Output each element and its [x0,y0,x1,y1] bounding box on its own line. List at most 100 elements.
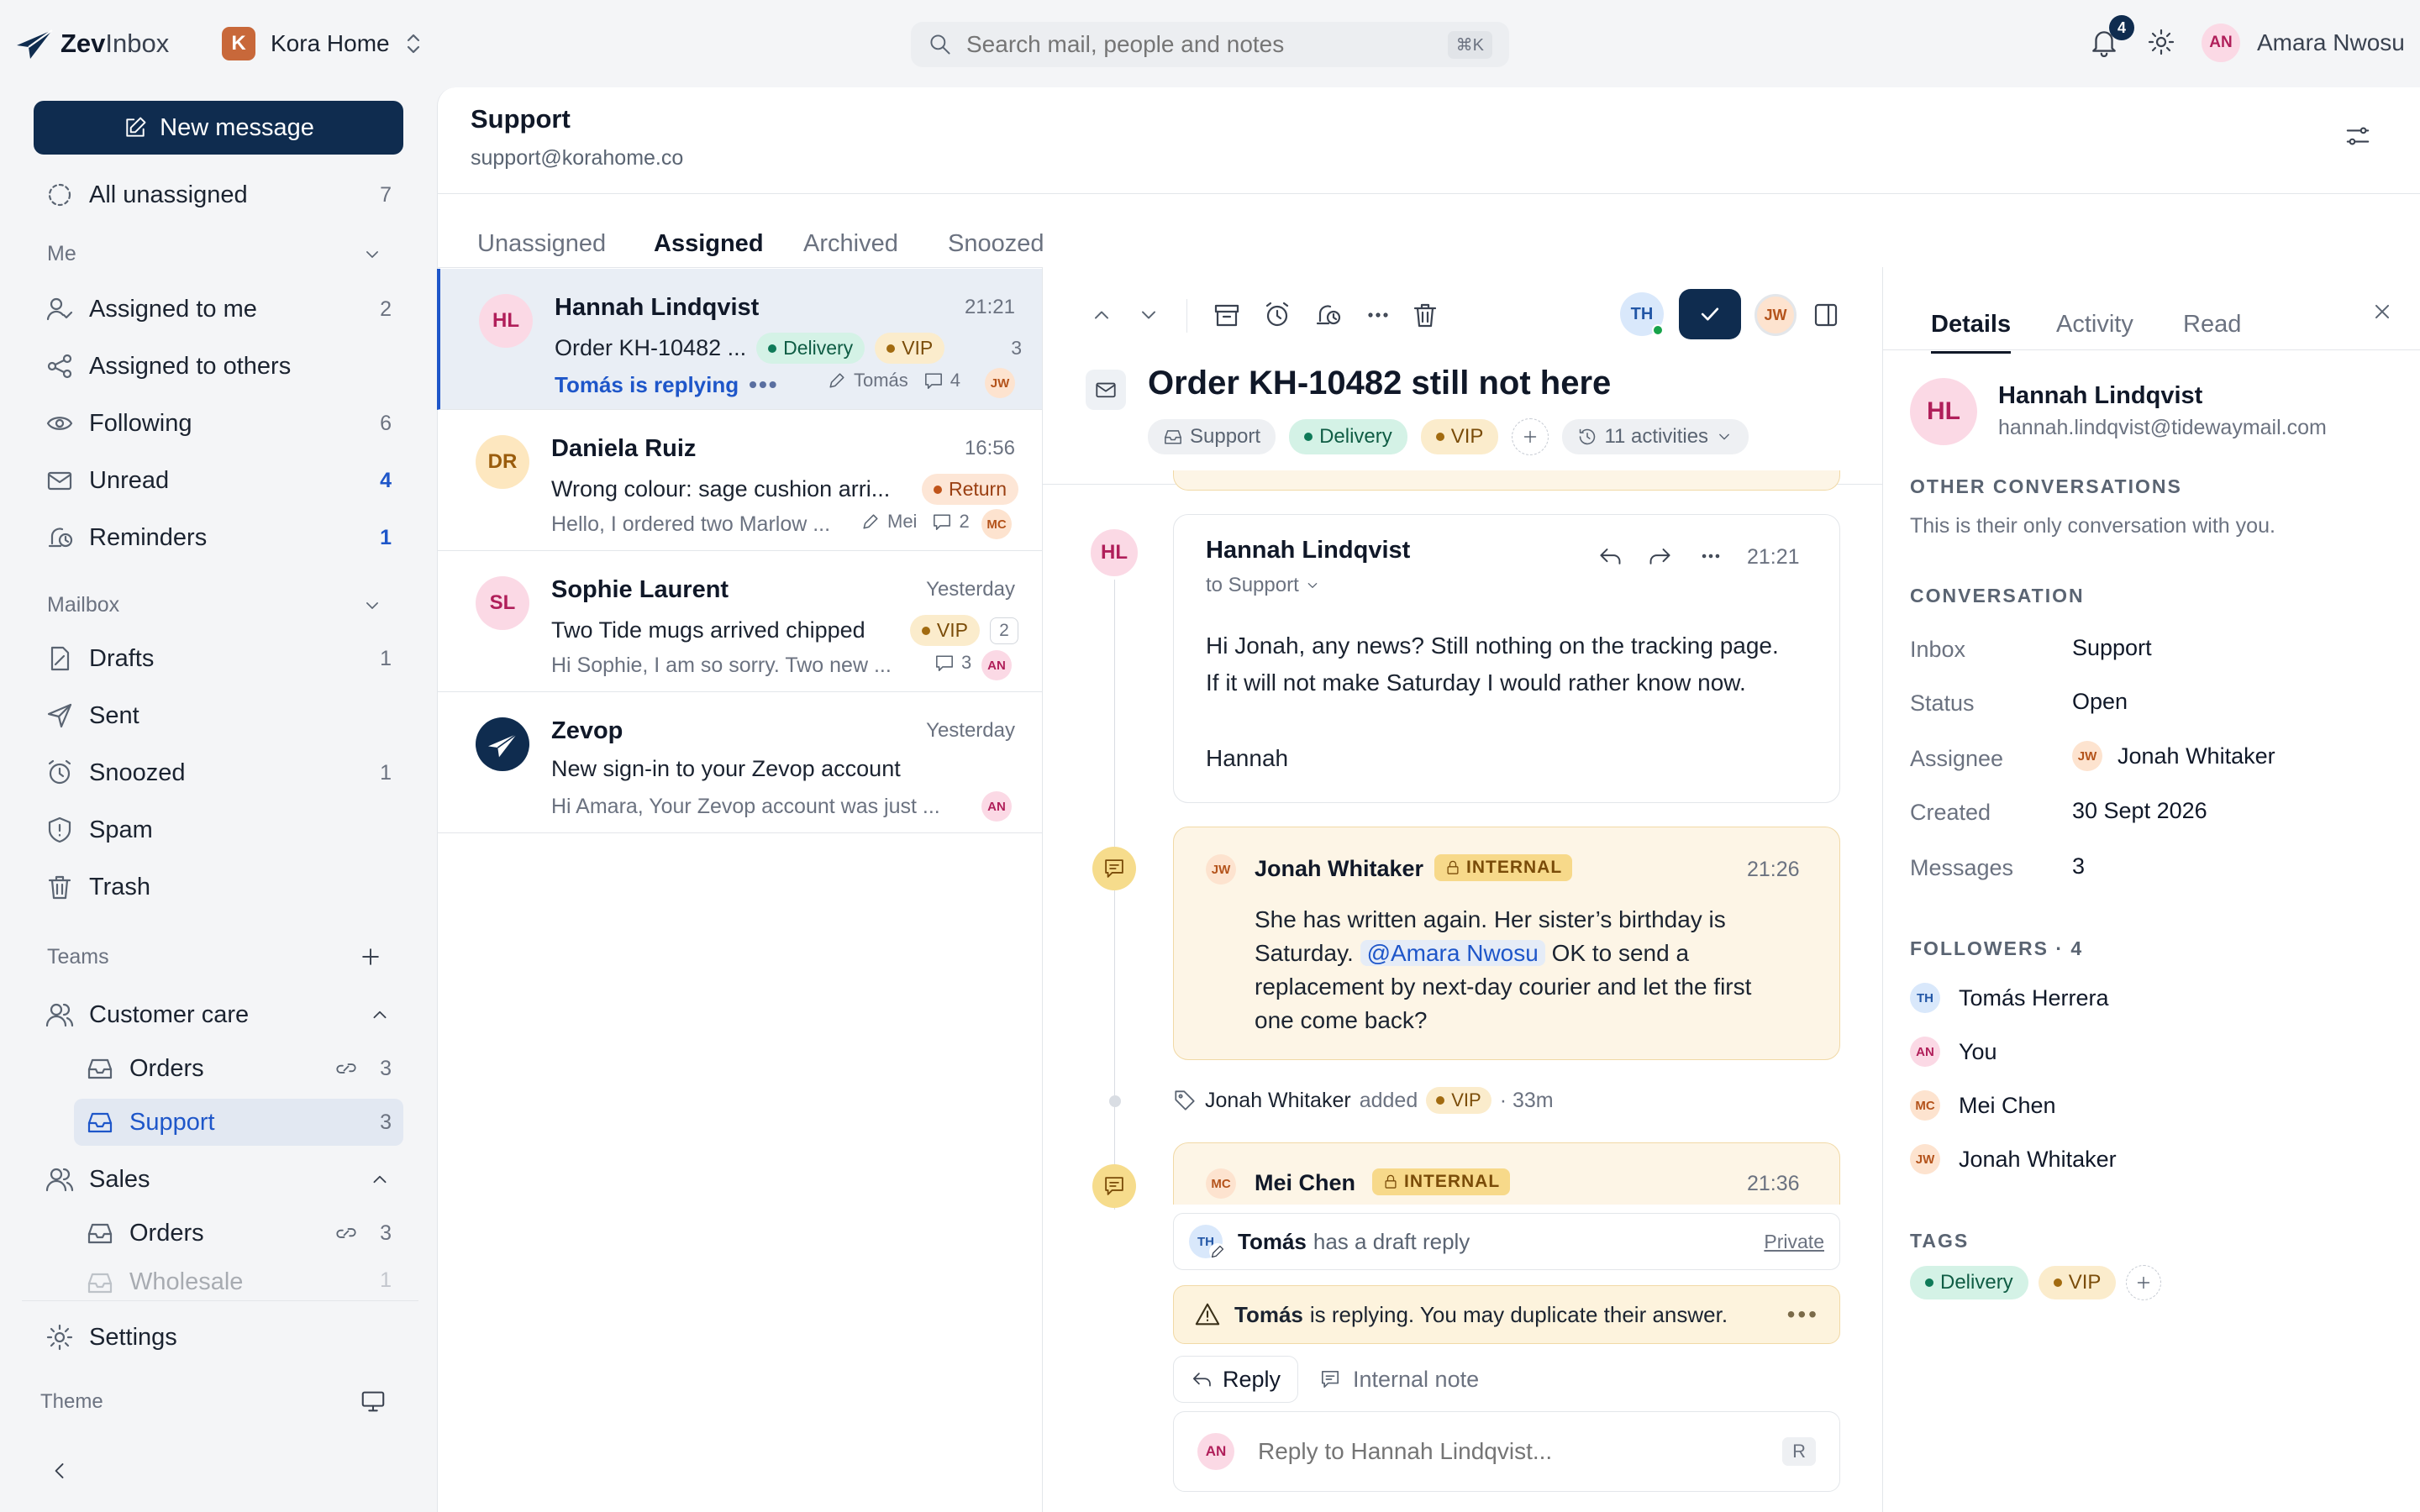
follower-item[interactable]: AN You [1910,1037,1997,1067]
tab-assigned[interactable]: Assigned [654,230,764,273]
message-more-button[interactable] [1698,543,1723,569]
mention-chip[interactable]: @Amara Nwosu [1360,940,1545,966]
collapse-sidebar-button[interactable] [47,1458,72,1483]
sidebar-item-following[interactable]: Following 6 [34,400,403,447]
conversation-item[interactable]: SL Sophie Laurent Yesterday Two Tide mug… [437,551,1042,692]
sidebar-item-customer-care-support[interactable]: Support 3 [74,1099,403,1146]
sidebar-item-reminders[interactable]: Reminders 1 [34,514,403,561]
field-status-value[interactable]: Open [2072,689,2128,715]
inbox-tag[interactable]: Support [1148,419,1276,454]
team-sales[interactable]: Sales [34,1156,403,1203]
previous-conversation-button[interactable] [1089,302,1114,328]
tab-unassigned[interactable]: Unassigned [477,230,606,258]
forward-icon [1649,549,1670,564]
sidebar-item-label: Drafts [89,644,155,672]
plus-icon[interactable] [358,944,383,969]
add-tag-button[interactable] [1512,418,1549,455]
tab-archived[interactable]: Archived [803,230,898,258]
archive-button[interactable] [1213,301,1241,329]
conversation-time: Yesterday [926,719,1015,742]
reply-tab[interactable]: Reply [1173,1356,1299,1403]
sidebar-item-trash[interactable]: Trash [34,864,403,911]
sidebar-item-unread[interactable]: Unread 4 [34,457,403,504]
draft-banner[interactable]: TH Tomás has a draft reply Private [1173,1213,1840,1270]
close-details-button[interactable] [2370,299,2395,324]
field-assignee-value[interactable]: JW Jonah Whitaker [2072,741,2275,771]
sidebar-item-sales-wholesale[interactable]: Wholesale 1 [74,1262,403,1295]
filter-settings-button[interactable] [2344,123,2371,150]
contact-name[interactable]: Hannah Lindqvist [1998,382,2202,410]
section-mailbox[interactable]: Mailbox [47,593,383,617]
sidebar-item-count: 1 [380,646,392,670]
conversation-preview: Hi Sophie, I am so sorry. Two new ... [551,654,892,677]
notifications-button[interactable]: 4 [2089,15,2134,57]
search-input[interactable] [966,31,1403,58]
workspace-switcher[interactable]: K Kora Home [222,27,422,60]
section-me[interactable]: Me [47,242,383,266]
reply-composer[interactable]: AN R [1173,1411,1840,1492]
compose-icon [126,117,146,137]
details-tab-details[interactable]: Details [1931,311,2012,354]
details-tab-read[interactable]: Read [2183,311,2241,339]
conversation-item[interactable]: HL Hannah Lindqvist 21:21 Order KH-10482… [437,269,1042,410]
internal-badge: INTERNAL [1372,1168,1511,1196]
assignee-avatar[interactable]: JW [1754,294,1797,336]
sidebar-item-sales-orders[interactable]: Orders 3 [74,1210,403,1257]
next-conversation-button[interactable] [1136,302,1161,328]
activities-dropdown[interactable]: 11 activities [1562,419,1749,454]
sidebar-item-label: Spam [89,816,153,843]
conversation-subject: Wrong colour: sage cushion arri... [551,476,891,501]
more-actions-button[interactable] [1364,301,1392,329]
message-recipient[interactable]: to Support [1206,574,1321,597]
add-tag-button[interactable] [2126,1265,2162,1300]
field-inbox-value[interactable]: Support [2072,635,2152,661]
reminder-button[interactable] [1313,301,1342,329]
chevron-up-icon [1094,311,1109,319]
sidebar-item-settings[interactable]: Settings [34,1314,403,1361]
sidebar-item-count: 1 [380,525,392,549]
toggle-details-panel-button[interactable] [1812,301,1840,329]
reply-message-button[interactable] [1597,543,1623,569]
search-bar[interactable]: ⌘K [911,22,1509,67]
follower-item[interactable]: MC Mei Chen [1910,1090,2056,1121]
conversation-item[interactable]: Zevop Yesterday New sign-in to your Zevo… [437,692,1042,833]
tag-delivery[interactable]: Delivery [1910,1266,2028,1299]
sidebar-item-sent[interactable]: Sent [34,692,403,739]
users-icon [45,1003,74,1027]
snooze-button[interactable] [1263,301,1292,329]
details-tab-activity[interactable]: Activity [2056,311,2133,339]
forward-message-button[interactable] [1648,543,1673,569]
theme-toggle[interactable] [360,1388,387,1415]
note-count: 2 [959,511,970,532]
sidebar-item-all-unassigned[interactable]: All unassigned 7 [34,171,403,218]
sidebar-item-assigned-to-others[interactable]: Assigned to others [34,343,403,390]
sidebar-item-snoozed[interactable]: Snoozed 1 [34,749,403,796]
delete-button[interactable] [1411,301,1439,329]
resolve-button[interactable] [1679,289,1741,339]
sidebar-divider [22,1300,418,1301]
warning-more-icon[interactable]: ••• [1787,1301,1819,1328]
follower-item[interactable]: TH Tomás Herrera [1910,983,2109,1013]
gear-icon [2148,29,2175,55]
new-message-button[interactable]: New message [34,101,403,155]
tag-delivery[interactable]: Delivery [1289,419,1407,454]
contact-email[interactable]: hannah.lindqvist@tidewaymail.com [1998,416,2327,440]
thread-subject: Order KH-10482 still not here [1148,365,1612,402]
team-customer-care[interactable]: Customer care [34,991,403,1038]
user-menu[interactable]: AN Amara Nwosu [2202,24,2405,62]
tag-vip[interactable]: VIP [1420,419,1499,454]
follower-item[interactable]: JW Jonah Whitaker [1910,1144,2117,1174]
tab-snoozed[interactable]: Snoozed [948,230,1044,258]
alarm-clock-icon [1265,302,1289,327]
sidebar-item-drafts[interactable]: Drafts 1 [34,635,403,682]
reply-icon [1600,549,1621,564]
settings-gear-button[interactable] [2147,28,2175,56]
reply-input[interactable] [1258,1438,1728,1465]
tag-vip[interactable]: VIP [2038,1266,2117,1299]
sidebar-item-spam[interactable]: Spam [34,806,403,853]
sidebar-item-customer-care-orders[interactable]: Orders 3 [74,1045,403,1092]
conversation-item[interactable]: DR Daniela Ruiz 16:56 Wrong colour: sage… [437,410,1042,551]
sidebar-item-assigned-to-me[interactable]: Assigned to me 2 [34,286,403,333]
internal-note-tab[interactable]: Internal note [1311,1356,1487,1403]
sliders-icon [2346,127,2370,145]
